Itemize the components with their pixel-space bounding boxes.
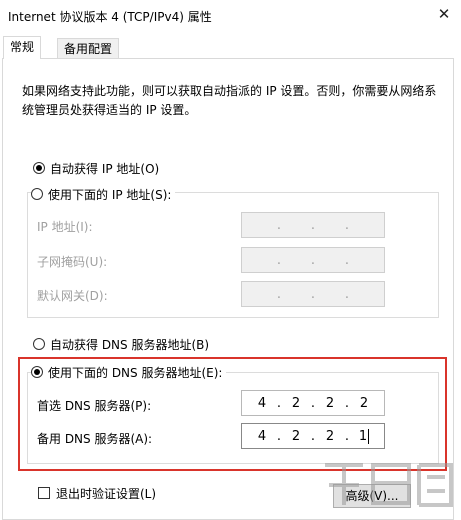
- preferred-dns-field[interactable]: 4. 2. 2. 2: [241, 390, 385, 416]
- alternate-dns-field[interactable]: 4. 2. 2. 1: [241, 423, 385, 449]
- description-text: 如果网络支持此功能，则可以获取自动指派的 IP 设置。否则，你需要从网络系统管理…: [22, 84, 437, 117]
- auto-dns-label: 自动获得 DNS 服务器地址(B): [50, 337, 210, 352]
- close-icon[interactable]: ✕: [432, 4, 456, 24]
- alternate-dns-label: 备用 DNS 服务器(A):: [37, 432, 153, 446]
- window-title: Internet 协议版本 4 (TCP/IPv4) 属性: [8, 10, 212, 24]
- ip-address-label: IP 地址(I):: [37, 220, 93, 234]
- tab-alternate-configuration[interactable]: 备用配置: [57, 38, 120, 59]
- manual-dns-radio[interactable]: 使用下面的 DNS 服务器地址(E):: [31, 363, 227, 381]
- default-gateway-label: 默认网关(D):: [37, 289, 108, 303]
- radio-checked-icon: [33, 162, 45, 174]
- auto-dns-radio[interactable]: 自动获得 DNS 服务器地址(B): [33, 335, 209, 353]
- auto-ip-label: 自动获得 IP 地址(O): [50, 161, 160, 176]
- subnet-mask-label: 子网掩码(U):: [37, 255, 108, 269]
- validate-on-exit-checkbox[interactable]: 退出时验证设置(L): [38, 484, 156, 502]
- text-cursor: [368, 428, 370, 444]
- manual-dns-label: 使用下面的 DNS 服务器地址(E):: [48, 365, 223, 380]
- radio-unchecked-icon: [33, 338, 45, 350]
- validate-on-exit-label: 退出时验证设置(L): [56, 486, 157, 501]
- radio-unchecked-icon: [31, 188, 43, 200]
- checkbox-unchecked-icon: [38, 487, 50, 499]
- default-gateway-field: . . .: [241, 281, 385, 307]
- auto-ip-radio[interactable]: 自动获得 IP 地址(O): [33, 159, 159, 177]
- watermark-logo: [325, 463, 453, 507]
- tab-general[interactable]: 常规: [3, 36, 42, 59]
- subnet-mask-field: . . .: [241, 247, 385, 273]
- ip-address-field: . . .: [241, 212, 385, 238]
- title-bar: Internet 协议版本 4 (TCP/IPv4) 属性 ✕: [0, 0, 461, 30]
- preferred-dns-label: 首选 DNS 服务器(P):: [37, 399, 152, 413]
- manual-ip-radio[interactable]: 使用下面的 IP 地址(S):: [31, 185, 176, 203]
- radio-checked-icon: [31, 366, 43, 378]
- dns-group-frame: [27, 372, 439, 464]
- manual-ip-label: 使用下面的 IP 地址(S):: [48, 187, 172, 202]
